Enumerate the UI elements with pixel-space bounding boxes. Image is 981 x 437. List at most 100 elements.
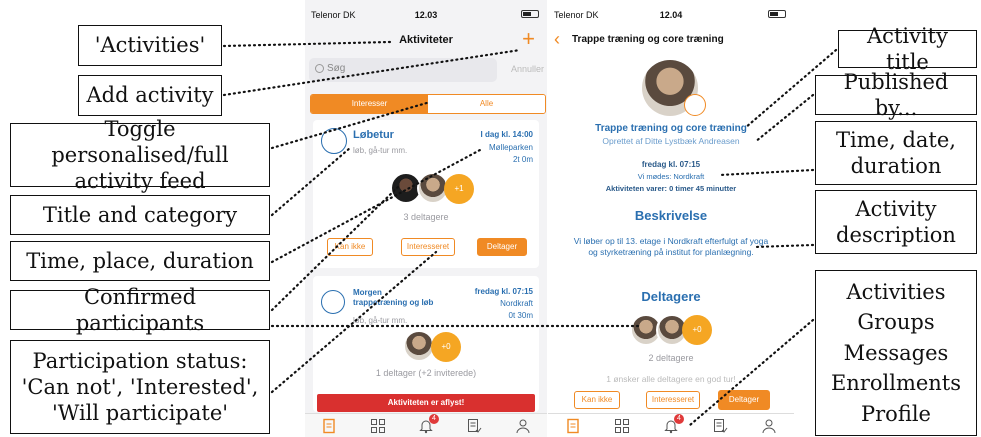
annotation-toggle-feed: Toggle personalised/full activity feed [10, 117, 270, 193]
activity-place: Nordkraft [500, 299, 533, 308]
annotation-text: Confirmed participants [75, 284, 205, 335]
activity-title: Løbetur [353, 129, 394, 141]
cannot-button[interactable]: Kan ikke [327, 238, 373, 256]
annotation-text: Title and category [42, 202, 238, 227]
tab-profile[interactable] [512, 417, 534, 435]
status-bar: Telenor DK 12.03 [305, 0, 547, 28]
annotation-text: description [836, 223, 956, 247]
back-chevron-icon[interactable]: ‹ [554, 28, 560, 50]
cancelled-banner: Aktiviteten er aflyst! [317, 394, 535, 412]
activity-title: trappetræning og løb [353, 298, 434, 307]
activity-description: Vi løber op til 13. etage i Nordkraft ef… [573, 236, 769, 257]
annotation-activity-title: Activity title [838, 24, 977, 74]
battery-icon [768, 10, 786, 18]
annotation-time-date: Time, date, duration [815, 121, 977, 185]
toggle-all[interactable]: Alle [428, 95, 545, 113]
annotation-published-by: Published by... [815, 70, 977, 120]
activity-category: løb, gå-tur mm. [353, 316, 408, 325]
annotation-confirmed: Confirmed participants [10, 285, 270, 335]
page-title: Aktiviteter [399, 34, 453, 46]
tab-enrollments[interactable] [709, 417, 731, 435]
annotation-text: activity feed [74, 169, 206, 194]
grid-icon [614, 418, 629, 433]
list-check-icon [468, 418, 482, 433]
activity-title: Trappe træning og core træning [595, 123, 747, 134]
tab-groups[interactable] [611, 417, 633, 435]
annotation-text: Time, place, duration [26, 248, 254, 273]
tab-activities[interactable] [562, 417, 584, 435]
tab-groups[interactable] [367, 417, 389, 435]
activity-duration: 0t 30m [508, 311, 533, 320]
battery-icon [521, 10, 539, 18]
page-title: Trappe træning og core træning [572, 34, 724, 45]
participants-heading: Deltagere [641, 289, 701, 304]
activity-detail-screen: Telenor DK 12.04 ‹ Trappe træning og cor… [548, 0, 794, 437]
search-input[interactable]: Søg [327, 63, 345, 74]
tab-messages[interactable]: 4 [660, 413, 684, 435]
cannot-button[interactable]: Kan ikke [574, 391, 620, 409]
annotation-text: Activity [855, 196, 937, 221]
annotation-participation-status: Participation status: 'Can not', 'Interes… [10, 340, 270, 434]
annotation-text: 'Activities' [94, 33, 206, 58]
activity-place: Mølleparken [488, 143, 533, 152]
activity-card[interactable]: Løbetur løb, gå-tur mm. I dag kl. 14:00 … [313, 120, 539, 268]
annotation-description: Activity description [815, 190, 977, 254]
clock-label: 12.04 [659, 10, 683, 20]
activity-when: I dag kl. 14:00 [480, 130, 533, 139]
feed-toggle: Interesser Alle [310, 94, 546, 114]
activity-when: fredag kl. 07:15 [474, 287, 533, 296]
annotation-text: Messages [843, 340, 949, 365]
participate-button[interactable]: Deltager [718, 390, 770, 410]
toggle-interests[interactable]: Interesser [311, 95, 428, 113]
activity-category: løb, gå-tur mm. [353, 146, 408, 155]
notification-badge: 4 [673, 413, 684, 424]
cancel-search-button[interactable]: Annuller [511, 64, 544, 74]
running-shoe-icon [321, 290, 345, 314]
more-participants-badge: +0 [682, 315, 712, 345]
activity-when: fredag kl. 07:15 [641, 160, 701, 169]
annotation-text: Activity title [867, 23, 948, 74]
search-icon [315, 64, 324, 73]
annotation-text: Published by... [843, 69, 949, 120]
tab-bar: 4 [548, 413, 794, 437]
tab-bar: 4 [305, 413, 547, 437]
annotation-text: Profile [861, 401, 931, 426]
add-activity-button[interactable]: + [522, 28, 535, 50]
nav-bar: Aktiviteter + [305, 28, 547, 52]
interested-button[interactable]: Interesseret [401, 238, 455, 256]
annotation-activities: 'Activities' [78, 25, 222, 66]
annotation-text: Participation status: [32, 348, 248, 373]
description-heading: Beskrivelse [634, 208, 708, 223]
annotation-text: Toggle personalised/full [51, 116, 229, 167]
annotation-text: 'Will participate' [51, 401, 229, 426]
wish-text: 1 ønsker alle deltagere en god tur! [606, 374, 736, 384]
clock-label: 12.03 [414, 10, 438, 20]
activity-meet-place: Vi mødes: Nordkraft [637, 172, 705, 181]
tab-profile[interactable] [758, 417, 780, 435]
interested-button[interactable]: Interesseret [646, 391, 700, 409]
annotation-navigation: Activities Groups Messages Enrollments Profi… [815, 270, 977, 436]
participate-button[interactable]: Deltager [477, 238, 527, 256]
tab-enrollments[interactable] [463, 417, 485, 435]
annotation-text: Add activity [86, 83, 214, 108]
tab-activities[interactable] [318, 417, 340, 435]
activities-screen: Telenor DK 12.03 Aktiviteter + Søg Annul… [305, 0, 547, 437]
grid-icon [370, 418, 385, 433]
annotation-text: duration [850, 154, 942, 178]
annotation-time-place: Time, place, duration [10, 241, 270, 281]
annotation-text: Time, date, [836, 127, 956, 152]
activity-card[interactable]: Morgen trappetræning og løb løb, gå-tur … [313, 276, 539, 412]
participant-count: 1 deltager (+2 inviterede) [375, 368, 477, 378]
annotation-add-activity: Add activity [78, 75, 222, 116]
tab-messages[interactable]: 4 [415, 413, 439, 435]
activity-duration: Aktiviteten varer: 0 timer 45 minutter [605, 184, 737, 193]
annotation-text: Enrollments [830, 371, 962, 396]
more-participants-badge: +0 [431, 332, 461, 362]
annotation-text: Activities [846, 279, 946, 304]
annotation-text: Groups [857, 310, 935, 335]
running-shoe-icon [321, 128, 347, 154]
nav-bar: ‹ Trappe træning og core træning [548, 28, 794, 52]
document-icon [323, 418, 335, 433]
annotation-title-category: Title and category [10, 195, 270, 235]
created-by: Oprettet af Ditte Lystbæk Andreasen [602, 136, 740, 146]
